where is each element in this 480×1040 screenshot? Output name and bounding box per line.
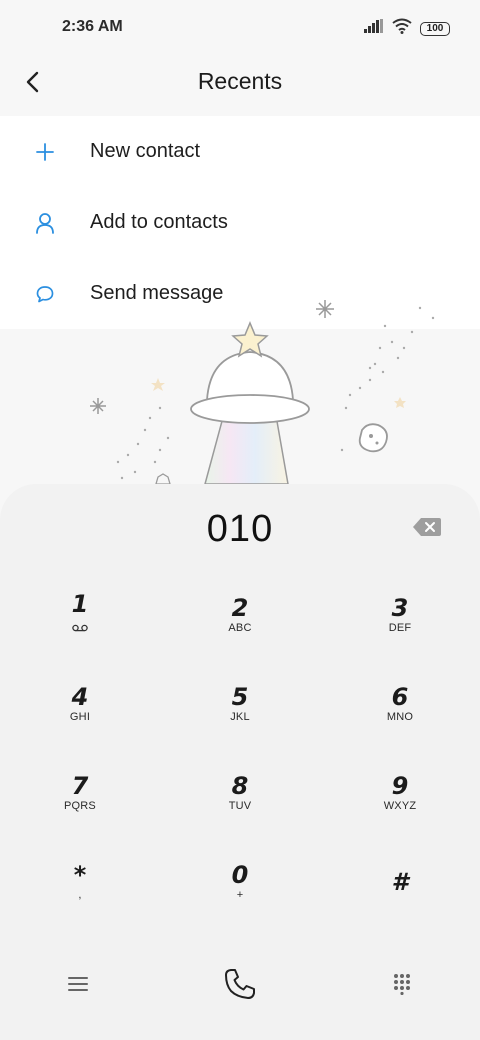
- key-3[interactable]: 3 DEF: [320, 570, 480, 659]
- key-1[interactable]: 1: [0, 570, 160, 659]
- key-letters: DEF: [388, 621, 412, 634]
- menu-icon: [68, 976, 88, 997]
- person-icon: [33, 211, 57, 235]
- key-7[interactable]: 7 PQRS: [0, 748, 160, 837]
- voicemail-icon: [72, 619, 88, 637]
- status-icons: 100: [364, 18, 450, 39]
- backspace-icon: [412, 518, 442, 542]
- key-2[interactable]: 2 ABC: [160, 570, 320, 659]
- new-contact-label: New contact: [90, 140, 201, 162]
- key-0[interactable]: 0 +: [160, 837, 320, 926]
- add-to-contacts-label: Add to contacts: [90, 211, 228, 233]
- dialpad-grid-icon: [393, 973, 411, 1000]
- key-6[interactable]: 6 MNO: [320, 659, 480, 748]
- key-digit: 8: [231, 771, 249, 800]
- dialed-number: 010: [206, 508, 274, 550]
- battery-indicator: 100: [420, 21, 450, 36]
- backspace-button[interactable]: [412, 516, 442, 538]
- key-digit: 6: [391, 682, 409, 711]
- keypad-row: * , 0 + #: [0, 837, 480, 926]
- dialpad-bottom-bar: [0, 956, 480, 1016]
- signal-icon: [364, 19, 384, 38]
- wifi-icon: [392, 18, 412, 39]
- key-letters: JKL: [230, 710, 250, 723]
- empty-state-illustration: [0, 290, 480, 500]
- key-letters: PQRS: [64, 799, 96, 812]
- key-letters: MNO: [386, 710, 414, 723]
- key-letters: +: [236, 888, 244, 901]
- status-time: 2:36 AM: [62, 18, 123, 35]
- key-5[interactable]: 5 JKL: [160, 659, 320, 748]
- key-digit: 0: [231, 860, 249, 889]
- key-digit: 7: [71, 771, 89, 800]
- key-letters: ABC: [228, 621, 252, 634]
- phone-icon: [223, 967, 257, 1006]
- key-digit: 4: [71, 682, 89, 711]
- add-to-contacts-item[interactable]: Add to contacts: [0, 187, 480, 258]
- status-bar: 2:36 AM 100: [0, 0, 480, 56]
- key-digit: 5: [231, 682, 249, 711]
- key-letters: ,: [78, 888, 82, 901]
- key-digit: 1: [71, 590, 89, 618]
- key-digit: 2: [231, 593, 249, 622]
- keypad-row: 1 2 ABC 3 DEF: [0, 570, 480, 659]
- key-letters: WXYZ: [383, 799, 417, 812]
- key-digit: 9: [391, 771, 409, 800]
- call-button[interactable]: [210, 956, 270, 1016]
- dialpad-toggle-button[interactable]: [372, 956, 432, 1016]
- key-8[interactable]: 8 TUV: [160, 748, 320, 837]
- plus-icon: [33, 140, 57, 164]
- key-star[interactable]: * ,: [0, 837, 160, 926]
- keypad: 1 2 ABC 3 DEF 4 GHI 5 JKL 6 MNO 7 PQRS 8…: [0, 570, 480, 926]
- keypad-row: 7 PQRS 8 TUV 9 WXYZ: [0, 748, 480, 837]
- new-contact-item[interactable]: New contact: [0, 116, 480, 187]
- key-letters: TUV: [228, 799, 252, 812]
- keypad-row: 4 GHI 5 JKL 6 MNO: [0, 659, 480, 748]
- key-digit: 3: [391, 593, 409, 622]
- key-9[interactable]: 9 WXYZ: [320, 748, 480, 837]
- menu-button[interactable]: [48, 956, 108, 1016]
- header: Recents: [0, 56, 480, 116]
- key-letters: GHI: [69, 710, 91, 723]
- key-digit: *: [73, 860, 87, 889]
- dialpad-sheet: 010 1 2 ABC 3 DEF 4 GHI 5 JKL 6 MNO 7 PQ…: [0, 484, 480, 1040]
- page-title: Recents: [197, 68, 283, 94]
- key-hash[interactable]: #: [320, 837, 480, 926]
- key-4[interactable]: 4 GHI: [0, 659, 160, 748]
- key-digit: #: [391, 867, 409, 896]
